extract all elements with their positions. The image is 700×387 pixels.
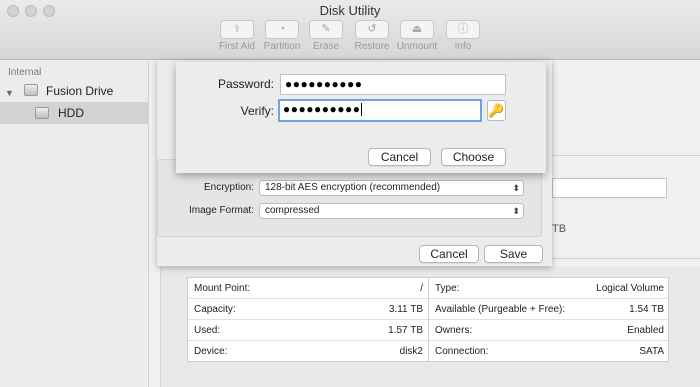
erase-button[interactable]: ✎ Erase — [306, 20, 346, 52]
image-format-select[interactable]: compressed ⬍ — [259, 203, 524, 219]
background-capacity-text: TB — [552, 223, 567, 235]
info-row-device: Device: disk2 — [188, 341, 428, 362]
restore-button[interactable]: ↺ Restore — [352, 20, 392, 52]
info-key: Used: — [194, 325, 221, 336]
encryption-label: Encryption: — [203, 182, 254, 193]
hard-drive-icon — [35, 107, 49, 119]
info-row-mount-point: Mount Point: / — [188, 278, 428, 299]
key-icon: 🔑 — [488, 103, 505, 118]
encryption-select-value: 128-bit AES encryption (recommended) — [265, 182, 441, 193]
sheet-cancel-button[interactable]: Cancel — [419, 245, 479, 263]
info-key: Owners: — [435, 325, 473, 336]
info-value: Enabled — [627, 325, 664, 336]
image-format-select-value: compressed — [265, 205, 320, 216]
info-value: / — [420, 283, 423, 294]
info-row-owners: Owners: Enabled — [429, 320, 669, 341]
info-value: disk2 — [399, 346, 423, 357]
image-format-label: Image Format: — [188, 205, 254, 216]
verify-field-value: ●●●●●●●●●● — [283, 102, 361, 116]
info-key: Mount Point: — [194, 283, 251, 294]
divider — [552, 258, 700, 259]
info-key: Device: — [194, 346, 228, 357]
info-row-type: Type: Logical Volume — [429, 278, 669, 299]
partition-icon: ◔ — [265, 20, 299, 39]
encryption-select[interactable]: 128-bit AES encryption (recommended) ⬍ — [259, 180, 524, 196]
window-title: Disk Utility — [319, 3, 381, 18]
hard-drive-icon — [24, 84, 38, 96]
erase-icon: ✎ — [309, 20, 343, 39]
info-row-connection: Connection: SATA — [429, 341, 669, 362]
sidebar-item-hdd[interactable]: HDD — [0, 102, 148, 124]
info-value: 1.57 TB — [388, 325, 423, 336]
info-value: SATA — [639, 346, 664, 357]
info-button[interactable]: ⓘ Info — [443, 20, 483, 52]
info-row-available: Available (Purgeable + Free): 1.54 TB — [429, 299, 669, 320]
info-key: Type: — [435, 283, 460, 294]
info-value: 3.11 TB — [388, 304, 423, 315]
verify-field[interactable]: ●●●●●●●●●● — [278, 99, 482, 122]
info-row-used: Used: 1.57 TB — [188, 320, 428, 341]
password-label: Password: — [217, 77, 274, 91]
unmount-icon: ⏏ — [400, 20, 434, 39]
password-assistant-button[interactable]: 🔑 — [487, 100, 506, 121]
sidebar-item-label: Fusion Drive — [46, 84, 114, 98]
sidebar-item-label: HDD — [58, 106, 84, 120]
choose-button[interactable]: Choose — [441, 148, 506, 166]
verify-label: Verify: — [240, 104, 274, 118]
info-icon: ⓘ — [446, 20, 480, 39]
sidebar-heading: Internal — [8, 67, 42, 78]
text-cursor — [361, 103, 363, 117]
sidebar: Internal ▼ Fusion Drive HDD — [0, 61, 149, 387]
first-aid-icon: ⚕ — [220, 20, 254, 39]
first-aid-button[interactable]: ⚕ First Aid — [217, 20, 257, 52]
background-field — [552, 178, 667, 198]
save-button[interactable]: Save — [484, 245, 543, 263]
info-row-capacity: Capacity: 3.11 TB — [188, 299, 428, 320]
title-bar: Disk Utility ⚕ First Aid ◔ Partition ✎ E… — [0, 0, 700, 60]
disclosure-triangle-icon[interactable]: ▼ — [5, 88, 14, 98]
password-cancel-button[interactable]: Cancel — [368, 148, 431, 166]
info-key: Connection: — [435, 346, 489, 357]
divider — [550, 155, 700, 156]
password-field[interactable]: ●●●●●●●●●● — [280, 74, 506, 95]
info-label: Info — [454, 41, 472, 52]
select-arrows-icon: ⬍ — [512, 183, 520, 193]
restore-icon: ↺ — [355, 20, 389, 39]
info-key: Available (Purgeable + Free): — [435, 304, 566, 315]
select-arrows-icon: ⬍ — [512, 206, 520, 216]
info-value: Logical Volume — [596, 283, 664, 294]
info-key: Capacity: — [194, 304, 236, 315]
unmount-button[interactable]: ⏏ Unmount — [397, 20, 437, 52]
info-value: 1.54 TB — [629, 304, 664, 315]
